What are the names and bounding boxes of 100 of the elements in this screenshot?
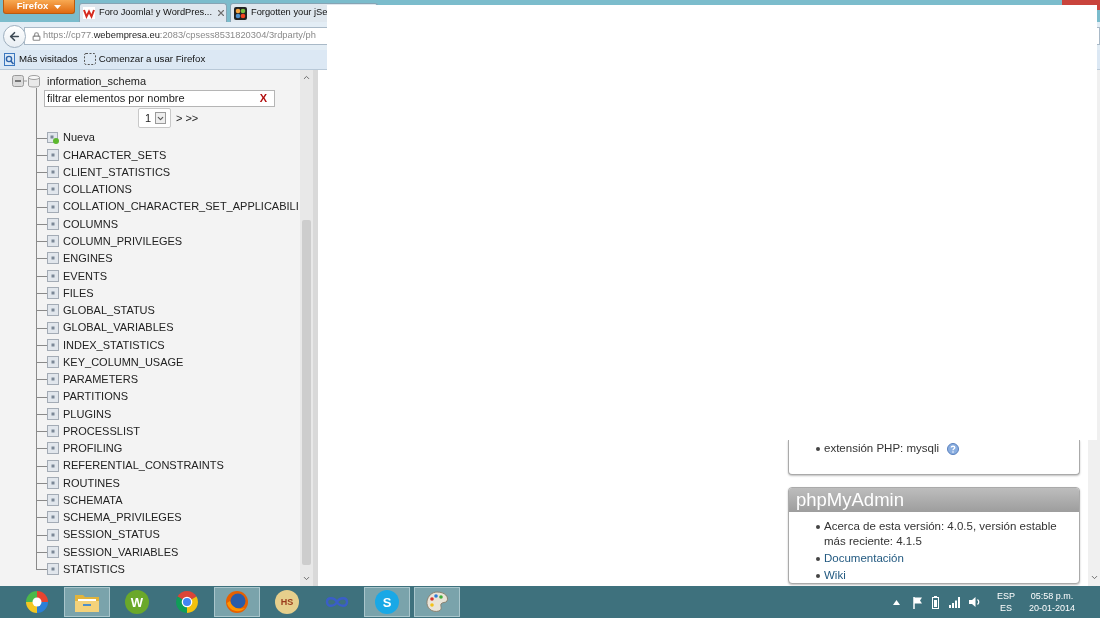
new-table-icon	[47, 131, 59, 144]
caret-down-icon	[54, 4, 62, 9]
table-icon	[47, 269, 59, 282]
doc-link[interactable]: Documentación	[824, 551, 904, 566]
bullet-icon	[816, 557, 820, 561]
tricolor-ring-icon	[175, 590, 199, 614]
table-link[interactable]: CLIENT_STATISTICS	[63, 163, 171, 181]
database-name[interactable]: information_schema	[47, 72, 147, 90]
four-color-logo-icon	[234, 6, 247, 20]
chevron-up-icon[interactable]	[302, 73, 311, 82]
table-link[interactable]: GLOBAL_VARIABLES	[63, 319, 174, 336]
zigzag-logo-icon	[83, 7, 95, 19]
table-link[interactable]: GLOBAL_STATUS	[63, 302, 155, 319]
table-link[interactable]: SCHEMA_PRIVILEGES	[63, 509, 182, 526]
new-table-link[interactable]: Nueva	[63, 129, 95, 146]
back-button[interactable]	[3, 24, 26, 48]
filter-field[interactable]: filtrar elementos por nombre X	[44, 90, 275, 107]
lettered-app-icon: HS	[275, 590, 299, 614]
table-link[interactable]: PARTITIONS	[63, 388, 128, 405]
table-icon	[47, 304, 59, 317]
table-link[interactable]: SESSION_VARIABLES	[63, 543, 179, 561]
clock-time[interactable]: 05:58 p.m.	[1030, 590, 1074, 602]
caret-up-icon[interactable]	[893, 599, 900, 605]
battery-icon[interactable]	[932, 595, 939, 609]
keyboard-layout[interactable]: ES	[1000, 602, 1012, 614]
browser-tab[interactable]: Foro Joomla! y WordPres...	[79, 3, 227, 22]
table-link[interactable]: PLUGINS	[63, 405, 112, 423]
info-text: Acerca de esta versión: 4.0.5, versión estable más reciente: 4.1.5	[824, 519, 1058, 549]
table-link[interactable]: ROUTINES	[63, 474, 120, 492]
table-link[interactable]: COLLATIONS	[63, 181, 132, 198]
infinity-icon	[324, 595, 350, 609]
table-link[interactable]: EVENTS	[63, 267, 107, 284]
last-page-link[interactable]: >>	[185, 109, 199, 127]
clear-filter-link[interactable]: X	[259, 93, 267, 104]
chevron-down-icon[interactable]	[1089, 573, 1099, 582]
table-link[interactable]: CHARACTER_SETS	[63, 146, 167, 164]
bookmark-item[interactable]: Más visitados	[4, 52, 78, 67]
table-icon	[47, 459, 59, 472]
table-link[interactable]: COLLATION_CHARACTER_SET_APPLICABILI	[63, 198, 299, 215]
table-icon	[47, 252, 59, 265]
globe-icon	[225, 590, 249, 614]
bookmark-item[interactable]: Comenzar a usar Firefox	[83, 52, 206, 67]
bullet-icon	[816, 525, 820, 529]
doc-link[interactable]: Wiki	[824, 568, 846, 583]
page-select[interactable]: 1	[138, 108, 171, 128]
table-link[interactable]: SESSION_STATUS	[63, 526, 160, 543]
scrollbar[interactable]	[300, 70, 313, 586]
panel-title: phpMyAdmin	[789, 488, 1079, 512]
table-icon	[47, 528, 59, 541]
bullet-icon	[816, 574, 820, 578]
database-icon	[28, 74, 40, 88]
table-link[interactable]: COLUMN_PRIVILEGES	[63, 232, 183, 250]
table-link[interactable]: PROCESSLIST	[63, 422, 141, 440]
speaker-icon[interactable]	[969, 596, 981, 608]
table-link[interactable]: COLUMNS	[63, 215, 118, 233]
table-icon	[47, 200, 59, 213]
table-icon	[47, 321, 59, 334]
chevron-down-icon[interactable]	[302, 574, 311, 583]
signal-icon[interactable]	[949, 596, 961, 608]
scroll-thumb[interactable]	[302, 220, 311, 565]
collapse-icon[interactable]	[12, 75, 27, 87]
table-link[interactable]: FILES	[63, 284, 94, 302]
table-link[interactable]: SCHEMATA	[63, 491, 123, 509]
table-link[interactable]: PROFILING	[63, 440, 123, 457]
table-link[interactable]: INDEX_STATISTICS	[63, 336, 165, 354]
taskbar-app-button[interactable]	[214, 587, 260, 617]
table-icon	[47, 476, 59, 489]
colorful-orb-icon	[25, 590, 49, 614]
lettered-app-icon: W	[125, 590, 149, 614]
table-link[interactable]: ENGINES	[63, 250, 113, 267]
bullet-icon	[816, 447, 820, 451]
dashed-square-icon	[83, 53, 96, 66]
magnifier-page-icon	[4, 53, 16, 66]
table-icon	[47, 217, 59, 230]
taskbar-app-button[interactable]: HS	[264, 587, 310, 617]
table-icon	[47, 166, 59, 179]
url-text: https://cp77.webempresa.eu:2083/cpsess8531820304/3rdparty/ph	[43, 29, 316, 43]
table-link[interactable]: STATISTICS	[63, 561, 125, 578]
table-link[interactable]: KEY_COLUMN_USAGE	[63, 353, 184, 371]
input-language[interactable]: ESP	[997, 590, 1015, 602]
flag-icon[interactable]	[912, 595, 924, 609]
table-icon	[47, 235, 59, 248]
palette-icon	[425, 591, 449, 613]
clock-date[interactable]: 20-01-2014	[1028, 602, 1075, 614]
table-icon	[47, 494, 59, 507]
arrow-left-icon	[8, 29, 21, 43]
help-icon[interactable]	[947, 443, 960, 455]
table-icon	[47, 390, 59, 403]
table-link[interactable]: REFERENTIAL_CONSTRAINTS	[63, 457, 224, 474]
table-link[interactable]: PARAMETERS	[63, 371, 138, 388]
next-page-link[interactable]: >	[176, 109, 183, 127]
lock-icon	[32, 31, 41, 41]
table-icon	[47, 407, 59, 420]
table-icon	[47, 148, 59, 161]
lettered-app-icon: S	[375, 590, 399, 614]
close-icon[interactable]	[216, 8, 226, 18]
table-icon	[47, 356, 59, 369]
table-icon	[47, 373, 59, 386]
taskbar-app-button[interactable]	[414, 587, 460, 617]
taskbar-app-button[interactable]	[64, 587, 110, 617]
